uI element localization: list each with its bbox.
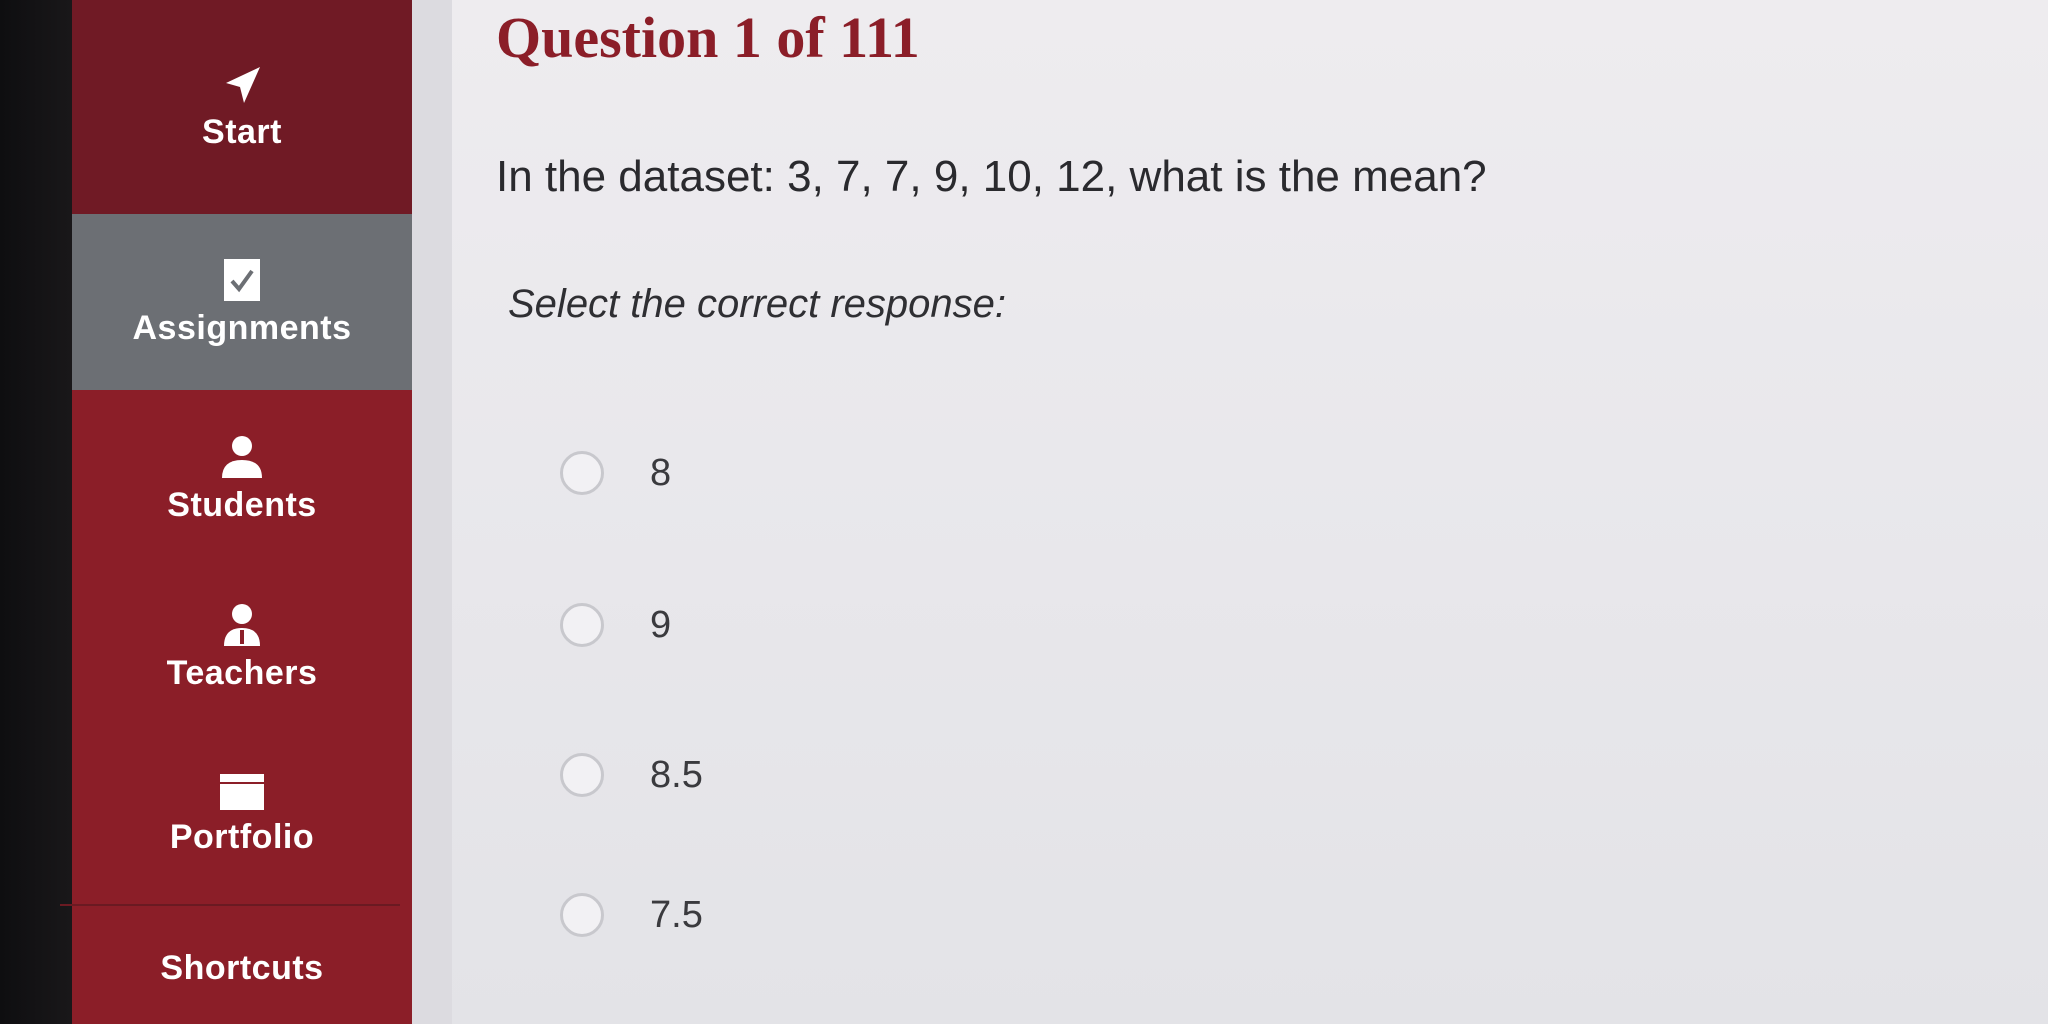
question-title: Question 1 of 111	[496, 5, 920, 70]
answer-label: 8.5	[650, 753, 703, 796]
answer-option-7-5[interactable]: 7.5	[560, 880, 703, 950]
sidebar-item-label: Start	[202, 112, 282, 151]
question-instruction: Select the correct response:	[508, 282, 1007, 326]
question-panel: Question 1 of 111 In the dataset: 3, 7, …	[452, 0, 2048, 1024]
checkmark-document-icon	[220, 257, 264, 303]
sidebar-item-label: Shortcuts	[160, 948, 324, 987]
folder-icon	[218, 772, 266, 812]
answer-option-8-5[interactable]: 8.5	[560, 740, 703, 810]
sidebar-item-shortcuts[interactable]: Shortcuts	[72, 906, 412, 1024]
radio-button[interactable]	[560, 603, 604, 647]
radio-button[interactable]	[560, 893, 604, 937]
sidebar-item-label: Students	[167, 485, 317, 524]
sidebar-item-teachers[interactable]: Teachers	[72, 566, 412, 726]
arrow-icon	[220, 63, 264, 107]
sidebar-item-portfolio[interactable]: Portfolio	[72, 726, 412, 902]
answer-label: 7.5	[650, 893, 703, 936]
answer-option-8[interactable]: 8	[560, 438, 671, 508]
sidebar-divider	[60, 904, 400, 906]
question-text: In the dataset: 3, 7, 7, 9, 10, 12, what…	[496, 152, 1487, 201]
answer-option-9[interactable]: 9	[560, 590, 671, 660]
answer-label: 9	[650, 603, 672, 646]
teacher-icon	[218, 600, 266, 648]
sidebar-item-label: Teachers	[166, 653, 318, 692]
answer-label: 8	[650, 451, 672, 494]
sidebar-item-start[interactable]: Start	[72, 0, 412, 214]
radio-button[interactable]	[560, 451, 604, 495]
sidebar-item-assignments[interactable]: Assignments	[72, 214, 412, 390]
sidebar-gutter	[412, 0, 452, 1024]
sidebar: Start Assignments Students Teachers Port…	[72, 0, 412, 1024]
sidebar-item-students[interactable]: Students	[72, 390, 412, 566]
sidebar-item-label: Assignments	[132, 308, 352, 347]
radio-button[interactable]	[560, 753, 604, 797]
sidebar-item-label: Portfolio	[169, 817, 315, 856]
person-icon	[218, 432, 266, 480]
